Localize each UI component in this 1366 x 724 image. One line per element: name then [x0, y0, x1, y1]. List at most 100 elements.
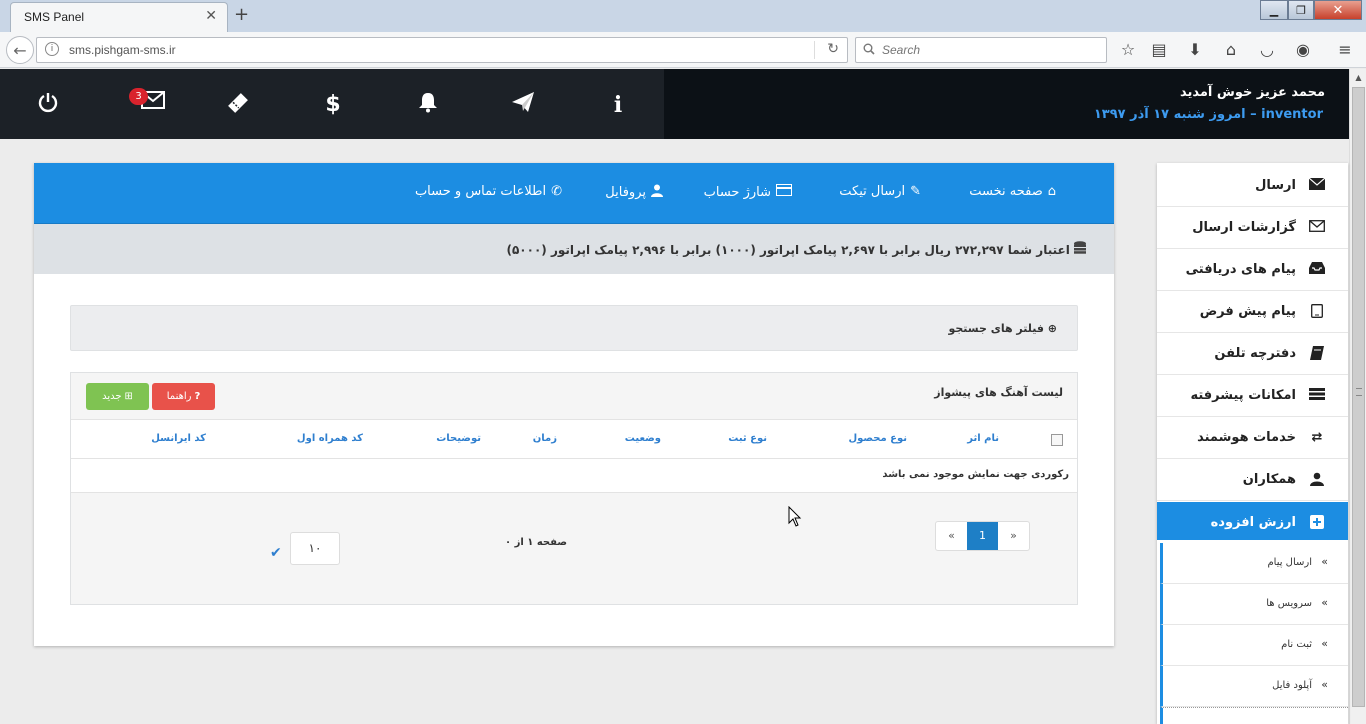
pagination: « 1 » — [935, 521, 1030, 551]
filter-toggle[interactable]: ⊕ فیلتر های جستجو — [948, 322, 1057, 335]
download-icon[interactable]: ⬇ — [1185, 40, 1205, 60]
col-register-type[interactable]: نوع ثبت — [728, 433, 767, 444]
chevron-right-icon: » — [1321, 555, 1328, 568]
tab-contact-info[interactable]: ✆ اطلاعات تماس و حساب — [415, 184, 562, 199]
pager-next[interactable]: » — [998, 522, 1029, 550]
dollar-icon[interactable]: $ — [318, 91, 348, 119]
credit-bar: اعتبار شما ۲۷۲,۲۹۷ ریال برابر با ۲,۶۹۷ پ… — [34, 224, 1114, 274]
main-panel: ⌂ صفحه نخست ✎ ارسال تیکت شارژ حساب پروفا… — [34, 163, 1114, 646]
account-icon[interactable]: ◉ — [1293, 40, 1313, 60]
envelope-outline-icon — [1308, 220, 1326, 236]
right-sidebar: ارسال گزارشات ارسال پیام های دریافتی پیا… — [1157, 163, 1348, 724]
sidebar-item-send[interactable]: ارسال — [1157, 165, 1348, 207]
tab-title: SMS Panel — [24, 10, 85, 24]
sidebar-item-partners[interactable]: همکاران — [1157, 459, 1348, 501]
ticket-icon[interactable] — [223, 91, 253, 119]
search-box[interactable] — [855, 37, 1107, 63]
col-status[interactable]: وضعیت — [625, 433, 661, 444]
plus-circle-icon: ⊕ — [1047, 322, 1057, 335]
pocket-icon[interactable]: ◡ — [1257, 40, 1277, 60]
close-tab-icon[interactable]: ✕ — [205, 8, 217, 24]
panel-tab-bar: ⌂ صفحه نخست ✎ ارسال تیکت شارژ حساب پروفا… — [34, 163, 1114, 224]
sidebar-item-inbox[interactable]: پیام های دریافتی — [1157, 249, 1348, 291]
username-date: inventor – امروز شنبه ۱۷ آذر ۱۳۹۷ — [1093, 107, 1323, 122]
tab-charge-account[interactable]: شارژ حساب — [704, 184, 792, 200]
sidebar-sub-upload-file[interactable]: » آپلود فایل — [1160, 666, 1348, 707]
sidebar-sub-register[interactable]: » ثبت نام — [1160, 625, 1348, 666]
search-filters[interactable]: ⊕ فیلتر های جستجو — [70, 305, 1078, 351]
browser-titlebar: SMS Panel ✕ + ▁ ❐ ✕ — [0, 0, 1366, 32]
tab-profile[interactable]: پروفایل — [605, 184, 663, 201]
col-mci-code[interactable]: کد همراه اول — [297, 433, 363, 444]
welcome-text: محمد عزیز خوش آمدید — [1179, 85, 1325, 100]
reading-list-icon[interactable]: ▤ — [1149, 40, 1169, 60]
help-button[interactable]: ? راهنما — [152, 383, 215, 410]
url-bar[interactable]: i sms.pishgam-sms.ir ↻ — [36, 37, 848, 63]
table-header: نام اثر نوع محصول نوع ثبت وضعیت زمان توض… — [71, 419, 1077, 459]
chevron-right-icon: » — [1321, 637, 1328, 650]
scroll-thumb[interactable] — [1352, 87, 1365, 707]
back-arrow-icon[interactable]: ← — [6, 36, 34, 64]
page-scrollbar[interactable]: ▲ — [1349, 69, 1366, 724]
reload-icon[interactable]: ↻ — [827, 41, 839, 57]
pager-page-1[interactable]: 1 — [967, 522, 998, 550]
sidebar-sub-more[interactable] — [1160, 707, 1348, 724]
col-irancell-code[interactable]: کد ایرانسل — [151, 433, 206, 444]
url-text[interactable]: sms.pishgam-sms.ir — [69, 43, 176, 57]
minimize-button[interactable]: ▁ — [1260, 0, 1288, 20]
users-icon — [1308, 472, 1326, 488]
phone-icon: ✆ — [551, 184, 562, 199]
browser-tab[interactable]: SMS Panel ✕ — [10, 2, 228, 32]
col-time[interactable]: زمان — [533, 433, 557, 444]
empty-message: رکوردی جهت نمایش موجود نمی باشد — [882, 469, 1069, 480]
power-icon[interactable] — [33, 91, 63, 119]
user-welcome-area: محمد عزیز خوش آمدید inventor – امروز شنب… — [664, 69, 1349, 139]
mouse-cursor-icon — [788, 506, 802, 527]
new-button[interactable]: ⊞ جدید — [86, 383, 149, 410]
sidebar-item-value-added[interactable]: ارزش افزوده — [1157, 502, 1348, 540]
user-icon — [651, 184, 663, 201]
scroll-up-icon[interactable]: ▲ — [1350, 69, 1366, 86]
sidebar-item-phonebook[interactable]: دفترچه تلفن — [1157, 333, 1348, 375]
send-icon[interactable] — [508, 91, 538, 119]
envelope-icon — [1308, 177, 1326, 194]
ticket-icon: ✎ — [910, 184, 921, 199]
pager-prev[interactable]: « — [936, 522, 967, 550]
credit-text: اعتبار شما ۲۷۲,۲۹۷ ریال برابر با ۲,۶۹۷ پ… — [507, 241, 1086, 257]
new-tab-icon[interactable]: + — [234, 4, 249, 25]
col-product-type[interactable]: نوع محصول — [848, 433, 907, 444]
tab-home[interactable]: ⌂ صفحه نخست — [969, 184, 1056, 199]
info-icon[interactable]: i — [603, 91, 633, 119]
sidebar-item-default-messages[interactable]: پیام پیش فرض — [1157, 291, 1348, 333]
check-icon[interactable]: ✔ — [270, 545, 282, 561]
sidebar-sub-services[interactable]: » سرویس ها — [1160, 584, 1348, 625]
ringtone-list: لیست آهنگ های پیشواز ? راهنما ⊞ جدید نام… — [70, 372, 1078, 605]
sidebar-item-smart-services[interactable]: ⇄ خدمات هوشمند — [1157, 417, 1348, 459]
book-icon — [1308, 346, 1326, 362]
plus-square-icon — [1308, 515, 1326, 531]
close-window-button[interactable]: ✕ — [1314, 0, 1362, 20]
page-info: صفحه ۱ از ۰ — [505, 537, 567, 548]
search-icon — [863, 43, 875, 58]
sidebar-item-advanced[interactable]: امکانات پیشرفته — [1157, 375, 1348, 417]
list-title: لیست آهنگ های پیشواز — [934, 386, 1063, 399]
menu-icon[interactable]: ≡ — [1335, 40, 1355, 60]
sidebar-sub-send-message[interactable]: » ارسال پیام — [1160, 543, 1348, 584]
info-icon[interactable]: i — [45, 42, 59, 56]
col-description[interactable]: توضیحات — [436, 433, 481, 444]
page-size-input[interactable]: ۱۰ — [290, 532, 340, 565]
retweet-icon: ⇄ — [1311, 430, 1323, 445]
maximize-button[interactable]: ❐ — [1288, 0, 1314, 20]
plus-square-icon: ⊞ — [124, 391, 133, 402]
home-icon[interactable]: ⌂ — [1221, 40, 1241, 60]
browser-navbar: ← i sms.pishgam-sms.ir ↻ ☆ ▤ ⬇ ⌂ ◡ ◉ ≡ — [0, 32, 1366, 68]
sidebar-item-send-reports[interactable]: گزارشات ارسال — [1157, 207, 1348, 249]
chevron-right-icon: » — [1321, 678, 1328, 691]
tablet-icon — [1308, 304, 1326, 320]
bookmark-star-icon[interactable]: ☆ — [1118, 40, 1138, 60]
bell-icon[interactable] — [413, 91, 443, 119]
tab-send-ticket[interactable]: ✎ ارسال تیکت — [839, 184, 921, 199]
col-title[interactable]: نام اثر — [967, 433, 999, 444]
select-all-checkbox[interactable] — [1051, 434, 1063, 446]
search-input[interactable] — [882, 41, 1102, 59]
